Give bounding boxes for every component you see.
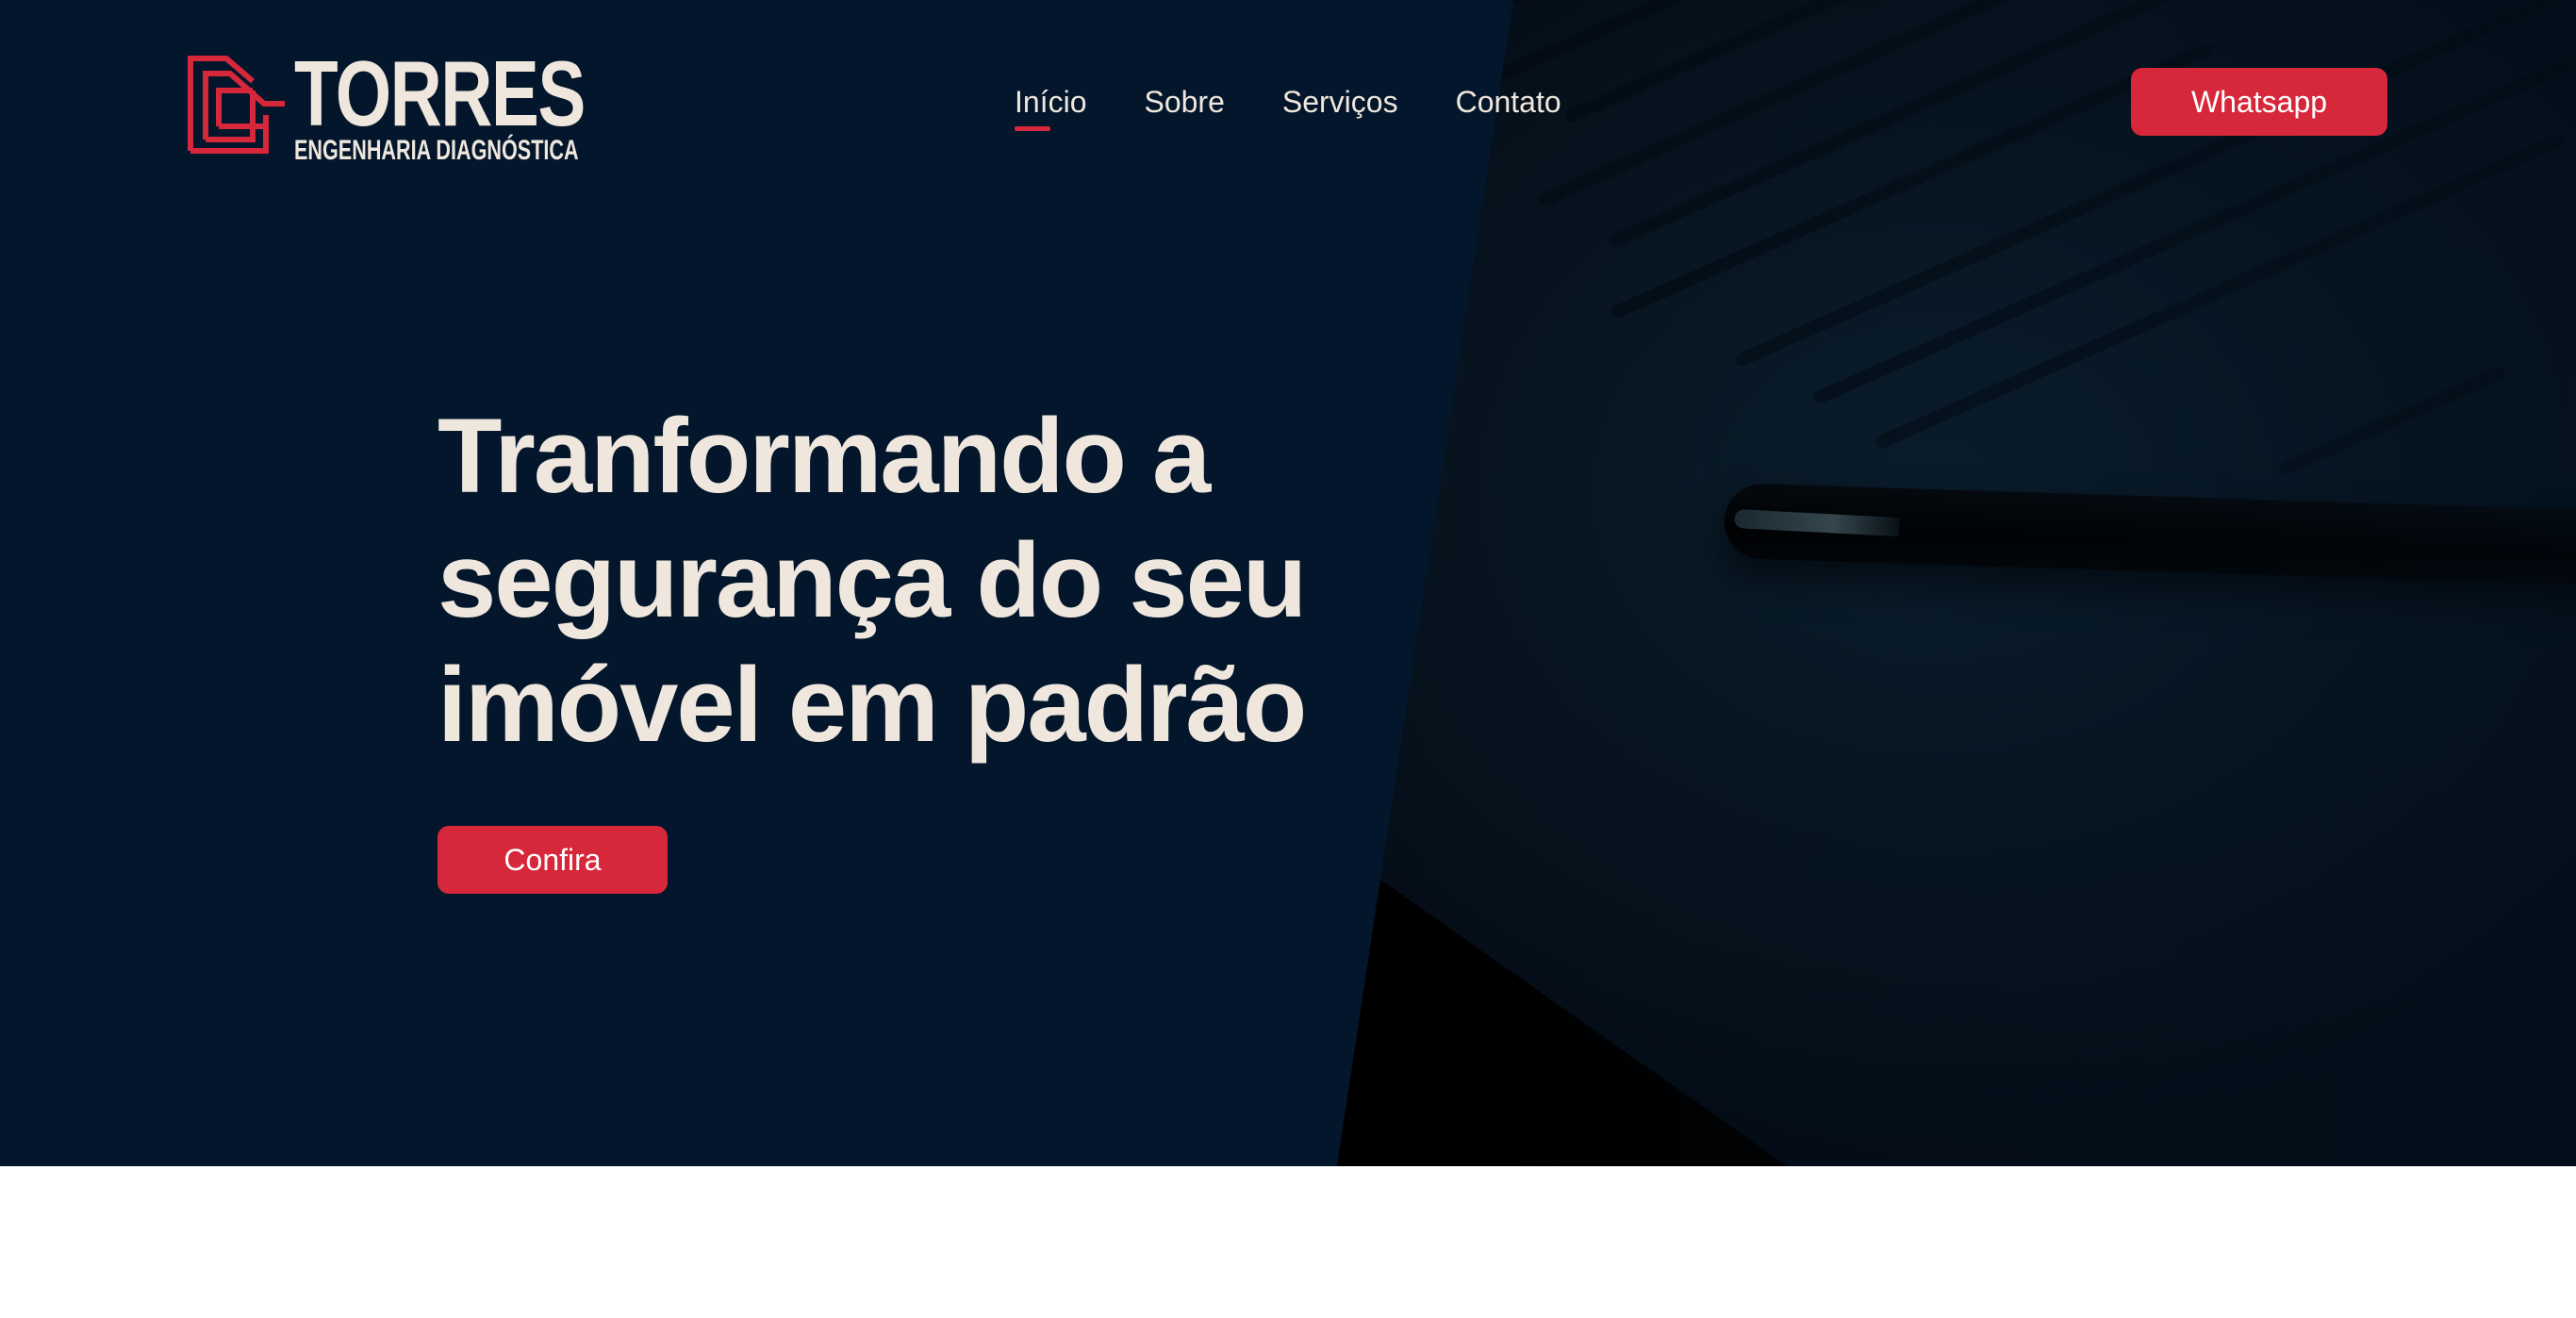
nav-item-sobre[interactable]: Sobre xyxy=(1144,81,1224,123)
hero-section: TORRES ENGENHARIA DIAGNÓSTICA Início Sob… xyxy=(0,0,2576,1166)
brand-logo[interactable]: TORRES ENGENHARIA DIAGNÓSTICA xyxy=(187,41,689,166)
brand-text: TORRES ENGENHARIA DIAGNÓSTICA xyxy=(294,41,689,166)
nav-item-inicio[interactable]: Início xyxy=(1015,81,1086,131)
nav-item-contato[interactable]: Contato xyxy=(1456,81,1561,123)
next-section xyxy=(0,1166,2576,1318)
nav-item-servicos[interactable]: Serviços xyxy=(1282,81,1398,123)
hero-title: Tranformando a segurança do seu imóvel e… xyxy=(438,394,1456,767)
brand-tagline: ENGENHARIA DIAGNÓSTICA xyxy=(294,135,579,166)
main-nav: Início Sobre Serviços Contato xyxy=(1015,81,1561,131)
hero-title-line: Tranformando a xyxy=(438,397,1211,515)
brand-name: TORRES xyxy=(294,41,586,145)
confira-button[interactable]: Confira xyxy=(438,826,668,894)
house-outline-icon xyxy=(188,56,285,154)
hero-title-line: segurança do seu xyxy=(438,521,1307,639)
site-header: TORRES ENGENHARIA DIAGNÓSTICA Início Sob… xyxy=(0,0,2576,207)
whatsapp-button[interactable]: Whatsapp xyxy=(2131,68,2387,136)
hero-title-line: imóvel em padrão xyxy=(438,646,1307,764)
